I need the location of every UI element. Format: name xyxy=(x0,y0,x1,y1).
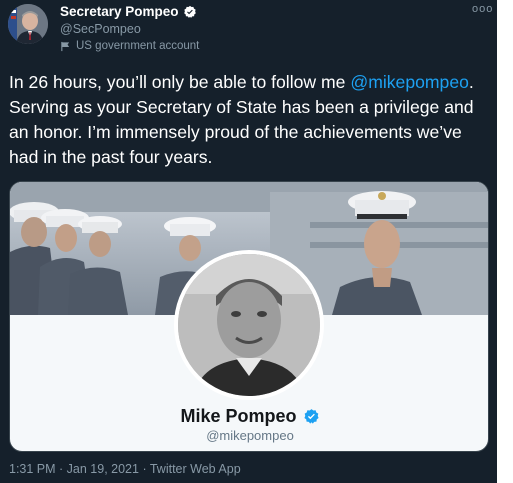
profile-card[interactable]: Mike Pompeo @mikepompeo xyxy=(9,181,489,452)
author-name-row: Secretary Pompeo xyxy=(60,4,197,19)
profile-photo[interactable] xyxy=(174,250,324,400)
tweet-metadata: 1:31 PM · Jan 19, 2021 · Twitter Web App xyxy=(9,462,241,476)
meta-separator: · xyxy=(55,462,67,476)
card-handle[interactable]: @mikepompeo xyxy=(10,428,488,443)
tweet-container: Secretary Pompeo @SecPompeo US governmen… xyxy=(0,0,497,483)
card-name-row: Mike Pompeo xyxy=(10,406,488,427)
author-display-name[interactable]: Secretary Pompeo xyxy=(60,4,179,19)
portrait-avatar-icon xyxy=(8,4,48,44)
tweet-date[interactable]: Jan 19, 2021 xyxy=(67,462,139,476)
meta-separator: · xyxy=(138,462,150,476)
tweet-time[interactable]: 1:31 PM xyxy=(9,462,56,476)
tweet-text-part-1: In 26 hours, you’ll only be able to foll… xyxy=(9,72,351,92)
tweet-source-app[interactable]: Twitter Web App xyxy=(150,462,241,476)
page-margin xyxy=(497,0,513,483)
mention-link[interactable]: @mikepompeo xyxy=(350,72,469,92)
author-avatar[interactable] xyxy=(8,4,48,44)
government-account-label: US government account xyxy=(60,40,199,52)
author-handle[interactable]: @SecPompeo xyxy=(60,22,141,36)
card-display-name[interactable]: Mike Pompeo xyxy=(180,406,296,427)
flag-icon xyxy=(61,41,70,51)
card-verified-badge-icon xyxy=(303,409,319,424)
tweet-text: In 26 hours, you’ll only be able to foll… xyxy=(9,70,491,170)
portrait-photo-icon xyxy=(178,254,320,396)
verified-badge-icon xyxy=(183,5,196,18)
government-account-text: US government account xyxy=(76,40,200,52)
more-options-icon[interactable]: ooo xyxy=(472,3,493,15)
